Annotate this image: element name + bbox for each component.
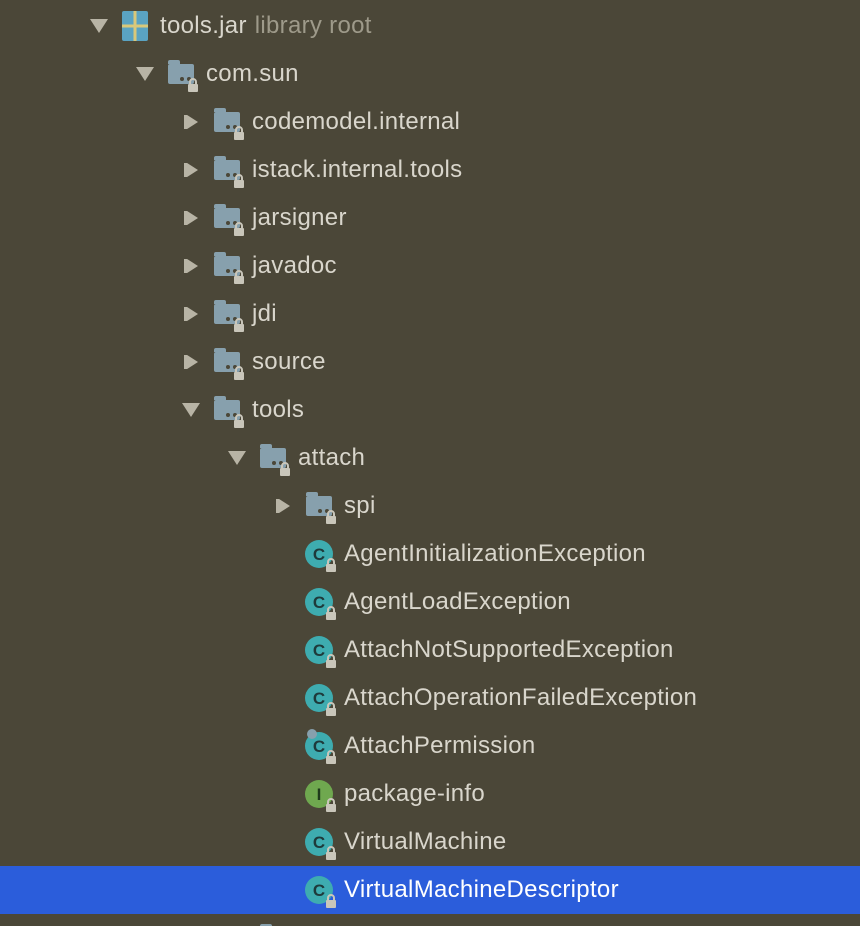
tree-item[interactable]: codemodel.internal — [0, 98, 860, 146]
tree-item-label: AgentInitializationException — [344, 542, 646, 566]
tree-item[interactable]: Ipackage-info — [0, 770, 860, 818]
package-icon — [212, 395, 242, 425]
tree-arrow-down[interactable] — [180, 399, 202, 421]
package-icon — [212, 347, 242, 377]
tree-arrow-right[interactable] — [272, 495, 294, 517]
tree-item-label: package-info — [344, 782, 485, 806]
tree-item-label: jdi — [252, 302, 277, 326]
tree-item-label: codemodel.internal — [252, 110, 460, 134]
tree-item[interactable]: C VirtualMachineDescriptor — [0, 866, 860, 914]
tree-item-label: javadoc — [252, 254, 337, 278]
tree-item-label: AttachPermission — [344, 734, 536, 758]
class-icon: C — [304, 683, 334, 713]
tree-item-label: com.sun — [206, 62, 299, 86]
tree-item[interactable]: javadoc — [0, 242, 860, 290]
package-icon — [304, 491, 334, 521]
tree-item[interactable]: jarsigner — [0, 194, 860, 242]
tree-item[interactable]: source — [0, 338, 860, 386]
tree-item[interactable]: C AttachPermission — [0, 722, 860, 770]
tree-item[interactable]: istack.internal.tools — [0, 146, 860, 194]
tree-item[interactable]: C AgentLoadException — [0, 578, 860, 626]
tree-item[interactable]: classfile — [0, 914, 860, 926]
tree-item-label: VirtualMachineDescriptor — [344, 878, 619, 902]
tree-arrow-down[interactable] — [88, 15, 110, 37]
class-icon: C — [304, 635, 334, 665]
tree-item-label: tools — [252, 398, 304, 422]
package-icon — [258, 443, 288, 473]
tree-arrow-down[interactable] — [226, 447, 248, 469]
class-icon: C — [304, 875, 334, 905]
tree-item-label: istack.internal.tools — [252, 158, 462, 182]
tree-arrow-down[interactable] — [134, 63, 156, 85]
tree-item-label: AttachNotSupportedException — [344, 638, 674, 662]
package-icon — [212, 155, 242, 185]
tree-item[interactable]: tools — [0, 386, 860, 434]
package-icon — [166, 59, 196, 89]
project-tree: tools.jar library root com.sun codemodel.in… — [0, 0, 860, 926]
tree-item[interactable]: C VirtualMachine — [0, 818, 860, 866]
tree-arrow-right[interactable] — [180, 111, 202, 133]
tree-arrow-right[interactable] — [180, 351, 202, 373]
interface-icon: I — [304, 779, 334, 809]
tree-item-label: tools.jar — [160, 14, 247, 38]
tree-item-label: source — [252, 350, 326, 374]
tree-item[interactable]: attach — [0, 434, 860, 482]
package-icon — [212, 107, 242, 137]
tree-item-label: AttachOperationFailedException — [344, 686, 697, 710]
tree-item[interactable]: tools.jar library root — [0, 2, 860, 50]
tree-item-label: VirtualMachine — [344, 830, 507, 854]
tree-arrow-right[interactable] — [180, 303, 202, 325]
tree-item-label: jarsigner — [252, 206, 347, 230]
tree-item-suffix: library root — [255, 14, 372, 38]
tree-item[interactable]: spi — [0, 482, 860, 530]
tree-arrow-right[interactable] — [180, 159, 202, 181]
tree-item[interactable]: com.sun — [0, 50, 860, 98]
tree-item[interactable]: C AttachNotSupportedException — [0, 626, 860, 674]
tree-item[interactable]: jdi — [0, 290, 860, 338]
class-icon: C — [304, 827, 334, 857]
tree-item-label: spi — [344, 494, 376, 518]
tree-arrow-right[interactable] — [180, 255, 202, 277]
tree-arrow-right[interactable] — [180, 207, 202, 229]
class-icon: C — [304, 731, 334, 761]
package-icon — [212, 299, 242, 329]
package-icon — [212, 203, 242, 233]
package-icon — [212, 251, 242, 281]
class-icon: C — [304, 587, 334, 617]
tree-item-label: attach — [298, 446, 365, 470]
jar-icon — [120, 11, 150, 41]
tree-item[interactable]: C AttachOperationFailedException — [0, 674, 860, 722]
tree-item-label: AgentLoadException — [344, 590, 571, 614]
tree-item[interactable]: C AgentInitializationException — [0, 530, 860, 578]
class-icon: C — [304, 539, 334, 569]
